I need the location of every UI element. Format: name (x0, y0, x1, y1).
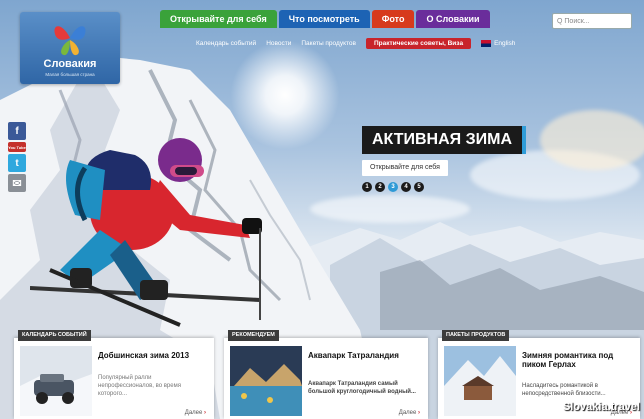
slide-dot[interactable]: 1 (362, 182, 372, 192)
hero-cta-button[interactable]: Открывайте для себя (362, 160, 448, 176)
nav-about-slovakia[interactable]: О Словакии (416, 10, 490, 28)
card-events[interactable]: КАЛЕНДАРЬ СОБЫТИЙ Добшинская зима 2013 П… (14, 330, 214, 419)
card-text: Аквапарк Татраландия самый большой кругл… (308, 381, 416, 395)
hero-title: АКТИВНАЯ ЗИМА (362, 126, 527, 154)
more-label: Далее (398, 410, 417, 416)
card-text: Популярный ралли непрофессионалов, во вр… (98, 375, 181, 397)
card-text: Насладитесь романтикой в непосредственно… (522, 383, 606, 397)
subnav-practical-tips[interactable]: Практические советы, Виза (365, 37, 472, 49)
secondary-nav: Календарь событий Новости Пакеты продукт… (196, 36, 515, 50)
search-input[interactable]: Q Поиск... (552, 13, 632, 29)
language-label: English (494, 39, 516, 47)
language-switch[interactable]: English (481, 39, 516, 47)
subnav-news[interactable]: Новости (266, 40, 291, 47)
arrow-right-icon: › (204, 410, 206, 416)
butterfly-logo-icon (54, 26, 86, 56)
uk-flag-icon (481, 39, 492, 47)
card-recommended[interactable]: РЕКОМЕНДУЕМ Аквапарк Татраландия Аквапар… (224, 330, 428, 419)
skier-illustration (30, 138, 262, 327)
logo-subtitle: Малая большая страна (45, 72, 95, 77)
youtube-icon[interactable]: You Tube (8, 142, 26, 152)
logo-title: Словакия (43, 58, 97, 70)
site-logo[interactable]: Словакия Малая большая страна (20, 12, 120, 84)
card-image-mountain-hotel (444, 346, 516, 416)
slide-dot[interactable]: 2 (375, 182, 385, 192)
subnav-packages[interactable]: Пакеты продуктов (301, 40, 356, 47)
card-title: Добшинская зима 2013 (98, 351, 190, 360)
nav-photo[interactable]: Фото (371, 10, 415, 28)
social-bar: f You Tube t ✉ (8, 122, 26, 192)
arrow-right-icon: › (418, 410, 420, 416)
subnav-events[interactable]: Календарь событий (196, 40, 256, 47)
facebook-icon[interactable]: f (8, 122, 26, 140)
nav-what-to-see[interactable]: Что посмотреть (278, 10, 370, 28)
search-placeholder: Q Поиск... (557, 17, 590, 25)
card-title: Зимняя романтика под пиком Герлах (522, 351, 614, 369)
nav-discover[interactable]: Открывайте для себя (160, 10, 277, 28)
mail-icon[interactable]: ✉ (8, 174, 26, 192)
slide-dot[interactable]: 4 (401, 182, 411, 192)
slide-dot-active[interactable]: 3 (388, 182, 398, 192)
card-title: Аквапарк Татраландия (308, 351, 399, 360)
watermark: Slovakia.travel (562, 401, 640, 413)
card-more-link[interactable]: Далее › (399, 410, 420, 416)
card-more-link[interactable]: Далее › (185, 410, 206, 416)
card-image-aquapark (230, 346, 302, 416)
slider-dots: 1 2 3 4 5 (362, 182, 424, 192)
card-image-rally (20, 346, 92, 416)
slide-dot[interactable]: 5 (414, 182, 424, 192)
card-tag: РЕКОМЕНДУЕМ (228, 330, 279, 341)
twitter-icon[interactable]: t (8, 154, 26, 172)
main-nav: Открывайте для себя Что посмотреть Фото … (160, 10, 490, 28)
card-tag: ПАКЕТЫ ПРОДУКТОВ (442, 330, 510, 341)
card-tag: КАЛЕНДАРЬ СОБЫТИЙ (18, 330, 91, 341)
more-label: Далее (184, 410, 203, 416)
